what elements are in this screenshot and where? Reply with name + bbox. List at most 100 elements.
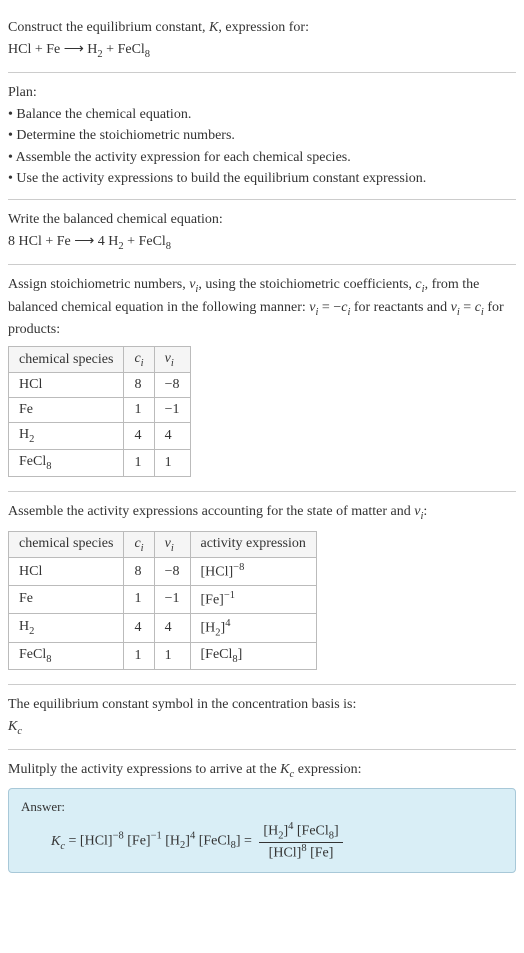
plan-bullet-4: • Use the activity expressions to build … [8,169,516,189]
eq-sub2: 8 [145,48,150,59]
st-a: Assign stoichiometric numbers, [8,277,189,292]
cell-nu: 4 [154,423,190,450]
unbalanced-equation: HCl + Fe ⟶ H2 + FeCl8 [8,40,516,62]
cell-nu: −1 [154,398,190,423]
eq-part-a: HCl + Fe ⟶ H [8,42,97,57]
th-nu: νi [154,531,190,558]
nu-sym: νi [189,277,198,292]
th-nu: νi [154,346,190,373]
table-row: FeCl8 1 1 [FeCl8] [9,643,317,670]
table-row: H2 4 4 [H2]4 [9,613,317,642]
rel-ci: ci [341,300,350,315]
balanced-heading: Write the balanced chemical equation: [8,210,516,230]
act-b: : [423,504,427,519]
st-b: , using the stoichiometric coefficients, [198,277,415,292]
table-row: Fe 1 −1 [Fe]−1 [9,586,317,614]
balanced-equation: 8 HCl + Fe ⟶ 4 H2 + FeCl8 [8,232,516,254]
table-row: FeCl8 1 1 [9,450,191,477]
beq-a: 8 HCl + Fe ⟶ 4 H [8,234,118,249]
sp-sub: 2 [29,626,34,637]
beq-b: + FeCl [124,234,166,249]
answer-label: Answer: [21,799,503,815]
cell-nu: 4 [154,613,190,642]
cell-ci: 1 [124,450,154,477]
cell-species: FeCl8 [9,450,124,477]
st-d: for reactants and [350,300,450,315]
frac-bot: [HCl]8 [Fe] [259,843,342,862]
mul-k-letter: K [280,762,289,777]
sp-a: H [19,619,29,634]
plan-bullet-1: • Balance the chemical equation. [8,105,516,125]
fbb: [Fe] [307,846,334,861]
t2: [Fe] [124,834,151,849]
aba: [H [201,620,216,635]
e2: −1 [151,831,162,842]
rel-ci2: ci [475,300,484,315]
intro-section: Construct the equilibrium constant, K, e… [8,8,516,73]
ae: −1 [224,590,235,601]
plan-heading: Plan: [8,83,516,103]
activity-section: Assemble the activity expressions accoun… [8,492,516,685]
cell-nu: −8 [154,558,190,586]
multiply-text: Mulitply the activity expressions to arr… [8,760,516,782]
abb: ] [238,647,243,662]
cell-nu: −1 [154,586,190,614]
kc-symbol: Kc [8,717,516,739]
intro-text-a: Construct the equilibrium constant, [8,20,209,35]
e1: −8 [113,831,124,842]
ab: [Fe] [201,593,224,608]
cell-ci: 1 [124,643,154,670]
fta: [H [263,824,278,839]
answer-fraction: [H2]4 [FeCl8][HCl]8 [Fe] [259,821,342,861]
th-species: chemical species [9,346,124,373]
kc-heading: The equilibrium constant symbol in the c… [8,695,516,715]
cell-ci: 1 [124,398,154,423]
plan-section: Plan: • Balance the chemical equation. •… [8,73,516,200]
table-header-row: chemical species ci νi activity expressi… [9,531,317,558]
stoich-text: Assign stoichiometric numbers, νi, using… [8,275,516,340]
intro-text-b: , expression for: [218,20,309,35]
rel-nu2: νi [451,300,460,315]
cell-species: H2 [9,423,124,450]
table-row: HCl 8 −8 [HCl]−8 [9,558,317,586]
cell-species: HCl [9,558,124,586]
cell-ci: 8 [124,558,154,586]
activity-table: chemical species ci νi activity expressi… [8,531,317,670]
ci-sym: ci [415,277,424,292]
th-species: chemical species [9,531,124,558]
ae: 4 [225,618,230,629]
th-ci: ci [124,531,154,558]
answer-equation: Kc = [HCl]−8 [Fe]−1 [H2]4 [FeCl8] = [H2]… [21,821,503,861]
ans-kc: Kc [51,834,65,849]
kc-c: c [17,725,22,736]
ftd: ] [334,824,339,839]
cell-ci: 4 [124,613,154,642]
stoich-table: chemical species ci νi HCl 8 −8 Fe 1 −1 … [8,346,191,477]
mul-a: Mulitply the activity expressions to arr… [8,762,280,777]
t3: [H [162,834,180,849]
stoich-section: Assign stoichiometric numbers, νi, using… [8,265,516,492]
mul-b: expression: [294,762,361,777]
plan-bullet-2: • Determine the stoichiometric numbers. [8,126,516,146]
intro-line: Construct the equilibrium constant, K, e… [8,18,516,38]
act-a: Assemble the activity expressions accoun… [8,504,414,519]
table-row: Fe 1 −1 [9,398,191,423]
beq-sub2: 8 [166,240,171,251]
cell-nu: 1 [154,450,190,477]
cell-activity: [Fe]−1 [190,586,316,614]
frac-top: [H2]4 [FeCl8] [259,821,342,842]
th-ci: ci [124,346,154,373]
kc-symbol-section: The equilibrium constant symbol in the c… [8,685,516,750]
cell-ci: 1 [124,586,154,614]
ftc: [FeCl [293,824,328,839]
eq-part-b: + FeCl [103,42,145,57]
cell-species: H2 [9,613,124,642]
sp-sub: 8 [46,461,51,472]
kc-k: K [8,719,17,734]
th-activity: activity expression [190,531,316,558]
activity-text: Assemble the activity expressions accoun… [8,502,516,524]
k-symbol: K [209,20,218,35]
cell-species: Fe [9,398,124,423]
cell-activity: [H2]4 [190,613,316,642]
sp-sub: 2 [29,434,34,445]
